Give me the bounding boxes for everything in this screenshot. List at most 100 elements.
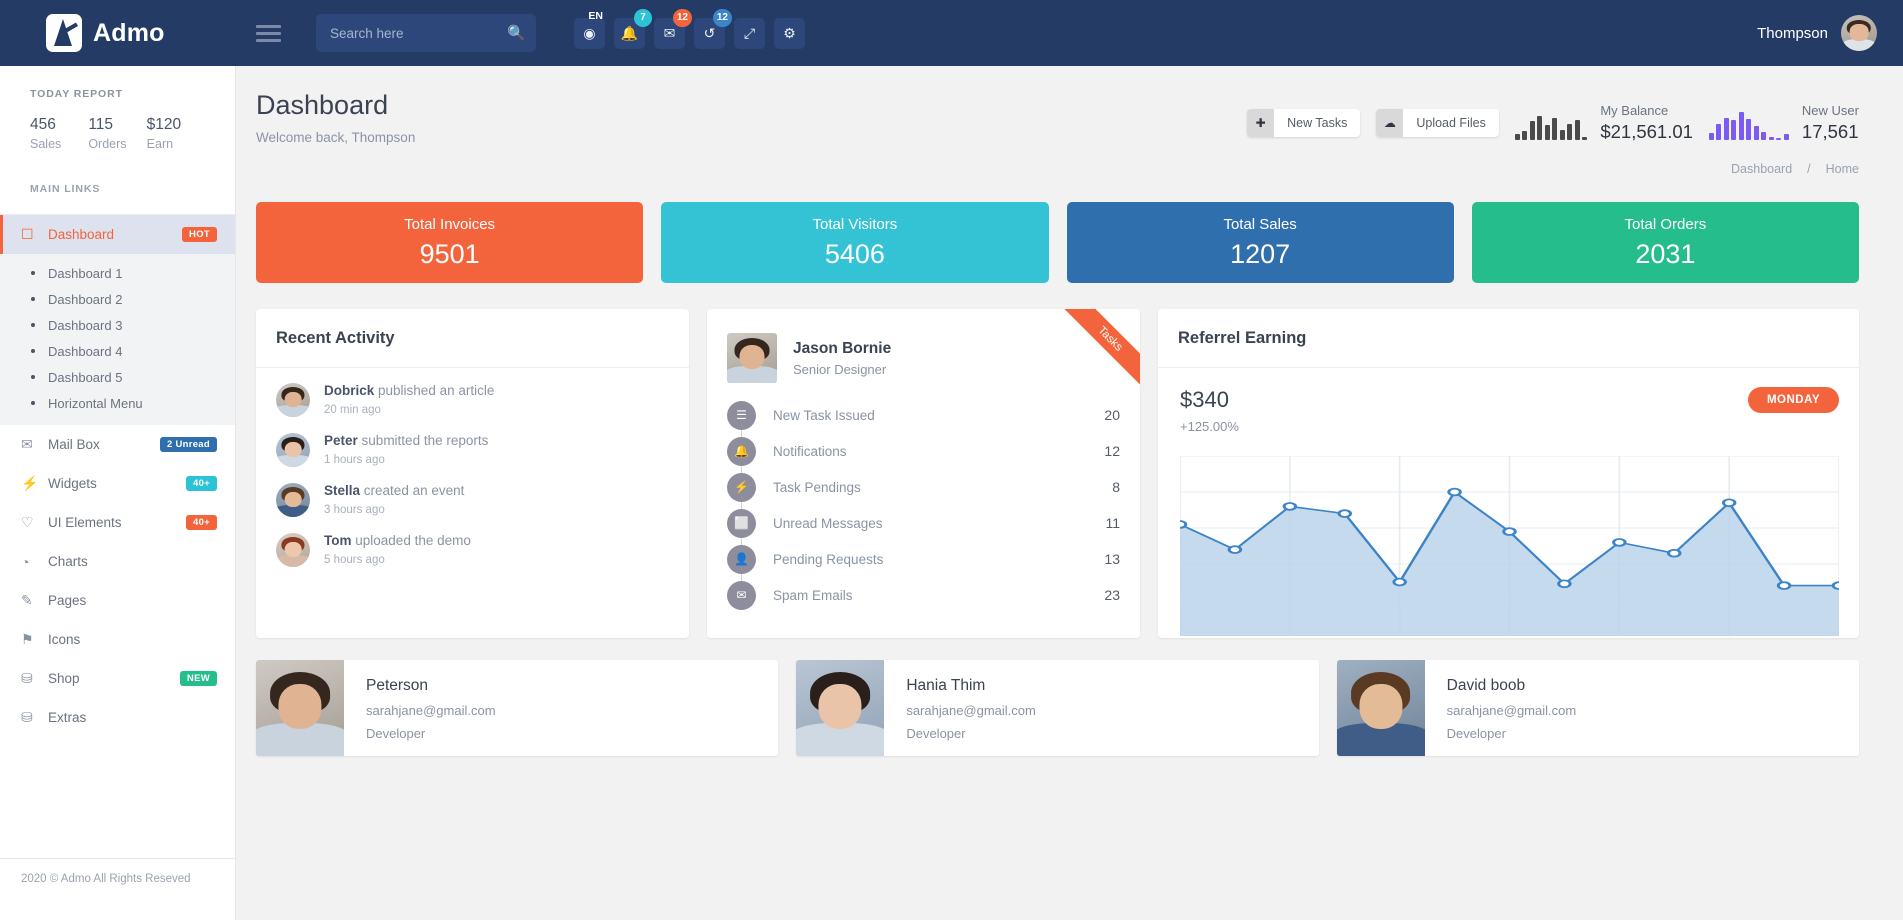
recent-activity-panel: Recent Activity Dobrick published an art… [256, 309, 689, 638]
referrel-earning-panel: Referrel Earning $340 +125.00% MONDAY [1158, 309, 1859, 638]
activity-list: Dobrick published an article 20 min ago Pe… [256, 368, 689, 567]
new-tasks-button[interactable]: ✚ New Tasks [1247, 109, 1361, 137]
today-stat: $120 Earn [147, 116, 205, 151]
task-value: 12 [1104, 443, 1120, 459]
sidebar-item-ui-elements[interactable]: ♡ UI Elements 40+ [0, 503, 235, 542]
sidebar-subitem-label: Dashboard 3 [48, 317, 123, 333]
sidebar-item-badge: NEW [179, 670, 217, 687]
bullet-icon [31, 323, 35, 327]
task-row[interactable]: ✉ Spam Emails 23 [727, 577, 1120, 613]
portrait-female-dark [796, 660, 885, 756]
today-stat: 115 Orders [88, 116, 146, 151]
sidebar-item-label: Pages [48, 593, 87, 608]
bell-icon[interactable]: 🔔 7 [614, 8, 652, 49]
sidebar-item-shop[interactable]: ⛁ Shop NEW [0, 659, 235, 698]
referrel-summary: $340 +125.00% MONDAY [1180, 387, 1839, 434]
task-label: Pending Requests [773, 551, 884, 567]
sidebar-subitem-label: Horizontal Menu [48, 395, 143, 411]
gear-icon[interactable]: ⚙ [774, 17, 805, 49]
history-icon[interactable]: ↺ 12 [694, 8, 732, 49]
header-stat-label: My Balance [1600, 103, 1669, 118]
profile-name: Hania Thim [906, 677, 986, 694]
sidebar-submenu: Dashboard 1 Dashboard 2 Dashboard 3 Dashboa… [0, 254, 235, 425]
activity-time: 20 min ago [324, 404, 381, 416]
flag-icon: ⚑ [21, 631, 34, 647]
upload-files-button[interactable]: ☁ Upload Files [1376, 109, 1499, 137]
sidebar-item-label: Extras [48, 710, 87, 725]
sidebar-item-label: Charts [48, 554, 88, 569]
sidebar-subitem-dashboard-3[interactable]: Dashboard 3 [0, 312, 235, 338]
fullscreen-icon[interactable]: ⤢ [734, 17, 765, 49]
search-box[interactable]: 🔍 [316, 14, 536, 52]
menu-toggle-icon[interactable] [250, 19, 287, 48]
task-label: Spam Emails [773, 587, 853, 603]
sidebar-item-icons[interactable]: ⚑ Icons [0, 620, 235, 659]
activity-user: Peter [324, 433, 358, 448]
sidebar-item-charts[interactable]: ◔ Charts [0, 542, 235, 581]
sidebar-item-pages[interactable]: ✎ Pages [0, 581, 235, 620]
stat-card-title: Total Visitors [812, 215, 898, 233]
sidebar-item-label: Icons [48, 632, 81, 647]
profile-name: Peterson [366, 677, 429, 694]
referrel-day-button[interactable]: MONDAY [1747, 387, 1839, 413]
profile-card[interactable]: David boob sarahjane@gmail.com Developer [1336, 660, 1859, 756]
recent-activity-header: Recent Activity [256, 309, 689, 368]
page-title: Dashboard [256, 90, 389, 120]
task-row[interactable]: ⚡ Task Pendings 8 [727, 469, 1120, 505]
activity-action: submitted the reports [361, 433, 489, 448]
profile-card[interactable]: Hania Thim sarahjane@gmail.com Developer [796, 660, 1319, 756]
pencil-icon: ✎ [21, 592, 33, 608]
sidebar-subitem-dashboard-5[interactable]: Dashboard 5 [0, 364, 235, 390]
today-report-stats: 456 Sales 115 Orders $120 Earn [30, 116, 205, 151]
portrait-male-curly [1336, 660, 1425, 756]
breadcrumb-item[interactable]: Dashboard [1731, 162, 1792, 176]
today-stat-value: 456 [30, 116, 56, 133]
envelope-badge: 12 [672, 8, 692, 27]
sidebar-item-extras[interactable]: ⛁ Extras [0, 698, 235, 737]
sidebar-subitem-horizontal-menu[interactable]: Horizontal Menu [0, 390, 235, 416]
sidebar-subitem-dashboard-1[interactable]: Dashboard 1 [0, 260, 235, 286]
referrel-body: $340 +125.00% MONDAY [1158, 368, 1859, 641]
stat-card[interactable]: Total Invoices 9501 [256, 202, 644, 283]
sidebar-item-label: Dashboard [48, 227, 115, 242]
referrel-header: Referrel Earning [1158, 309, 1859, 368]
sidebar-item-dashboard[interactable]: ☐ Dashboard HOT [0, 215, 235, 254]
sidebar-subitem-dashboard-4[interactable]: Dashboard 4 [0, 338, 235, 364]
globe-icon[interactable]: ◉ EN [574, 10, 605, 49]
task-row[interactable]: ☰ New Task Issued 20 [727, 397, 1120, 433]
plus-icon: ✚ [1247, 109, 1275, 137]
sidebar-item-label: Widgets [48, 476, 97, 491]
sidebar-item-widgets[interactable]: ⚡ Widgets 40+ [0, 464, 235, 503]
envelope-icon[interactable]: ✉ 12 [654, 8, 692, 49]
bell-icon: 🔔 [727, 436, 756, 466]
profile-photo [256, 660, 344, 756]
top-navbar: Admo 🔍 ◉EN 🔔7✉12↺12⤢ ⚙ Thompson [0, 0, 1903, 66]
activity-text: Peter submitted the reports [324, 433, 488, 448]
bolt-icon: ⚡ [727, 472, 756, 502]
brand[interactable]: Admo [0, 14, 236, 52]
bullet-icon [31, 297, 35, 301]
user-name: Thompson [1757, 24, 1828, 42]
stat-card[interactable]: Total Sales 1207 [1066, 202, 1454, 283]
task-row[interactable]: ⬜ Unread Messages 11 [727, 505, 1120, 541]
sidebar-subitem-dashboard-2[interactable]: Dashboard 2 [0, 286, 235, 312]
bag-icon: ⛁ [21, 670, 33, 686]
breadcrumb-item[interactable]: Home [1826, 162, 1859, 176]
task-row[interactable]: 👤 Pending Requests 13 [727, 541, 1120, 577]
stat-card-row: Total Invoices 9501 Total Visitors 5406 Tota… [256, 202, 1859, 283]
search-input[interactable] [330, 25, 507, 41]
dashboard-app: Admo 🔍 ◉EN🔔7✉12↺12⤢⚙ Thompson TODAY REPO… [0, 0, 1903, 920]
task-label: Task Pendings [773, 479, 861, 495]
user-menu[interactable]: Thompson [1757, 15, 1877, 51]
search-icon[interactable]: 🔍 [507, 24, 526, 42]
bell-badge: 7 [634, 8, 652, 27]
profile-card[interactable]: Peterson sarahjane@gmail.com Developer [256, 660, 779, 756]
stat-card[interactable]: Total Visitors 5406 [661, 202, 1049, 283]
avatar[interactable] [1841, 15, 1877, 51]
activity-item: Dobrick published an article 20 min ago [276, 383, 669, 417]
header-actions: ✚ New Tasks ☁ Upload Files My Balance $21,561… [1247, 103, 1859, 143]
stat-card[interactable]: Total Orders 2031 [1471, 202, 1859, 283]
task-row[interactable]: 🔔 Notifications 12 [727, 433, 1120, 469]
stat-card-value: 1207 [1230, 238, 1291, 269]
sidebar-item-mail-box[interactable]: ✉ Mail Box 2 Unread [0, 425, 235, 464]
